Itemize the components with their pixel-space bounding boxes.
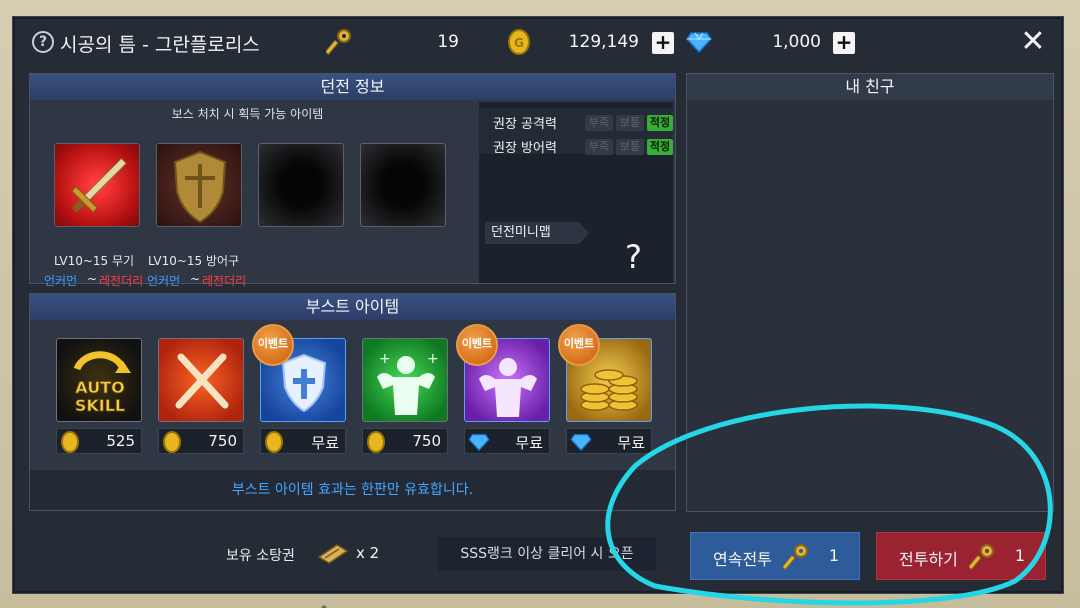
reward-weapon-rarity-to: 레전더리	[99, 274, 144, 288]
boost-price-value: 750	[412, 432, 441, 450]
reward-armor-rarity-to: 레전더리	[202, 274, 247, 288]
reward-armor-label: LV10~15 방어구	[148, 254, 240, 268]
reward-armor-slot[interactable]	[156, 143, 242, 227]
window-title: 시공의 틈 - 그란플로리스	[60, 34, 260, 56]
strength-green-icon: + +	[377, 351, 439, 415]
gem-icon	[686, 32, 712, 53]
boost-price-value: 무료	[617, 434, 645, 452]
boost-price-6: 무료	[566, 428, 652, 454]
reward-weapon-rarity-from: 언커먼	[44, 274, 78, 288]
rec-defense-level-ok: 적정	[647, 139, 673, 155]
boost-price-value: 750	[208, 432, 237, 450]
help-icon[interactable]: ?	[32, 31, 54, 53]
dungeon-info-heading: 던전 정보	[30, 74, 675, 100]
start-battle-label: 전투하기	[899, 550, 958, 569]
boost-price-3: 무료	[260, 428, 346, 454]
boost-price-1: 525	[56, 428, 142, 454]
minimap-label: 던전미니맵	[485, 222, 589, 244]
owned-sweep-label: 보유 소탕권	[226, 548, 295, 564]
reward-subtitle: 보스 처치 시 획득 가능 아이템	[171, 107, 324, 121]
svg-text:SKILL: SKILL	[75, 396, 125, 415]
add-gem-button[interactable]: +	[833, 32, 855, 54]
event-badge: 이벤트	[558, 324, 600, 366]
shield-icon	[173, 150, 227, 224]
boost-price-5: 무료	[464, 428, 550, 454]
event-badge: 이벤트	[252, 324, 294, 366]
key-icon	[969, 544, 994, 571]
rec-attack-level-mid: 보통	[616, 115, 644, 131]
gem-icon	[468, 434, 490, 451]
reward-empty-slot	[258, 143, 344, 227]
boost-price-value: 무료	[515, 434, 543, 452]
minimap-unknown[interactable]: ?	[625, 238, 642, 276]
gold-coin-icon	[367, 431, 385, 453]
boost-note: 부스트 아이템 효과는 한판만 유효합니다.	[30, 470, 675, 510]
gold-coin-icon	[163, 431, 181, 453]
event-badge: 이벤트	[456, 324, 498, 366]
boost-price-value: 525	[106, 432, 135, 450]
key-icon	[783, 544, 808, 571]
boost-items-heading: 부스트 아이템	[30, 294, 675, 320]
add-gold-button[interactable]: +	[652, 32, 674, 54]
svg-text:+: +	[427, 351, 439, 367]
sweep-ticket-icon	[317, 544, 349, 564]
window-header: ? 시공의 틈 - 그란플로리스 19 G 129,149 + 1,000 + …	[13, 17, 1063, 69]
friends-heading: 내 친구	[687, 74, 1053, 100]
continuous-battle-label: 연속전투	[713, 550, 772, 569]
gold-coin-icon	[61, 431, 79, 453]
boost-hp[interactable]: + +	[362, 338, 448, 422]
rec-defense-label: 권장 방어력	[493, 141, 557, 156]
gem-count: 1,000	[772, 32, 821, 52]
reward-weapon-label: LV10~15 무기	[54, 254, 135, 268]
start-battle-button[interactable]: 전투하기 1	[876, 532, 1046, 580]
sword-icon	[71, 157, 127, 213]
rec-defense-level-low: 부족	[585, 139, 613, 155]
dungeon-window: ? 시공의 틈 - 그란플로리스 19 G 129,149 + 1,000 + …	[12, 16, 1064, 594]
svg-text:G: G	[514, 36, 524, 50]
boost-attack[interactable]	[158, 338, 244, 422]
dungeon-info-panel: 던전 정보 보스 처치 시 획득 가능 아이템 LV10~15 무기 언커먼 ~…	[29, 73, 676, 288]
boost-items-panel: 부스트 아이템 AUTO SKILL 525 750 이벤트 무료 + + 75…	[29, 293, 676, 511]
sss-unlock-box: SSS랭크 이상 클리어 시 오픈	[438, 537, 656, 571]
rec-attack-level-low: 부족	[585, 115, 613, 131]
reward-weapon-slot[interactable]	[54, 143, 140, 227]
reward-empty-slot	[360, 143, 446, 227]
boost-price-4: 750	[362, 428, 448, 454]
reward-armor-rarity-from: 언커먼	[147, 274, 181, 288]
owned-sweep-value: x 2	[356, 544, 380, 562]
rec-attack-level-ok: 적정	[647, 115, 673, 131]
rec-attack-label: 권장 공격력	[493, 117, 557, 132]
recommendation-box: 권장 공격력 부족 보통 적정 권장 방어력 부족 보통 적정 던전미니맵 ?	[479, 102, 673, 283]
close-button[interactable]: ✕	[1019, 27, 1047, 57]
rec-defense-level-mid: 보통	[616, 139, 644, 155]
continuous-battle-button[interactable]: 연속전투 1	[690, 532, 860, 580]
gem-icon	[570, 434, 592, 451]
friends-panel: 내 친구	[686, 73, 1054, 512]
continuous-battle-count: 1	[828, 546, 839, 565]
auto-skill-icon: AUTO SKILL	[73, 351, 131, 415]
reward-weapon-rarity-sep: ~	[87, 272, 98, 286]
svg-text:AUTO: AUTO	[75, 378, 124, 397]
boost-price-value: 무료	[311, 434, 339, 452]
reward-armor-rarity-sep: ~	[190, 272, 201, 286]
start-battle-count: 1	[1014, 546, 1025, 565]
gold-count: 129,149	[568, 32, 639, 52]
key-count: 19	[437, 32, 459, 52]
boost-auto-skill[interactable]: AUTO SKILL	[56, 338, 142, 422]
gold-coin-icon: G	[508, 29, 530, 55]
gold-coin-icon	[265, 431, 283, 453]
crossed-swords-icon	[175, 353, 229, 409]
boost-price-2: 750	[158, 428, 244, 454]
svg-text:+: +	[379, 351, 391, 367]
key-icon	[326, 29, 351, 56]
